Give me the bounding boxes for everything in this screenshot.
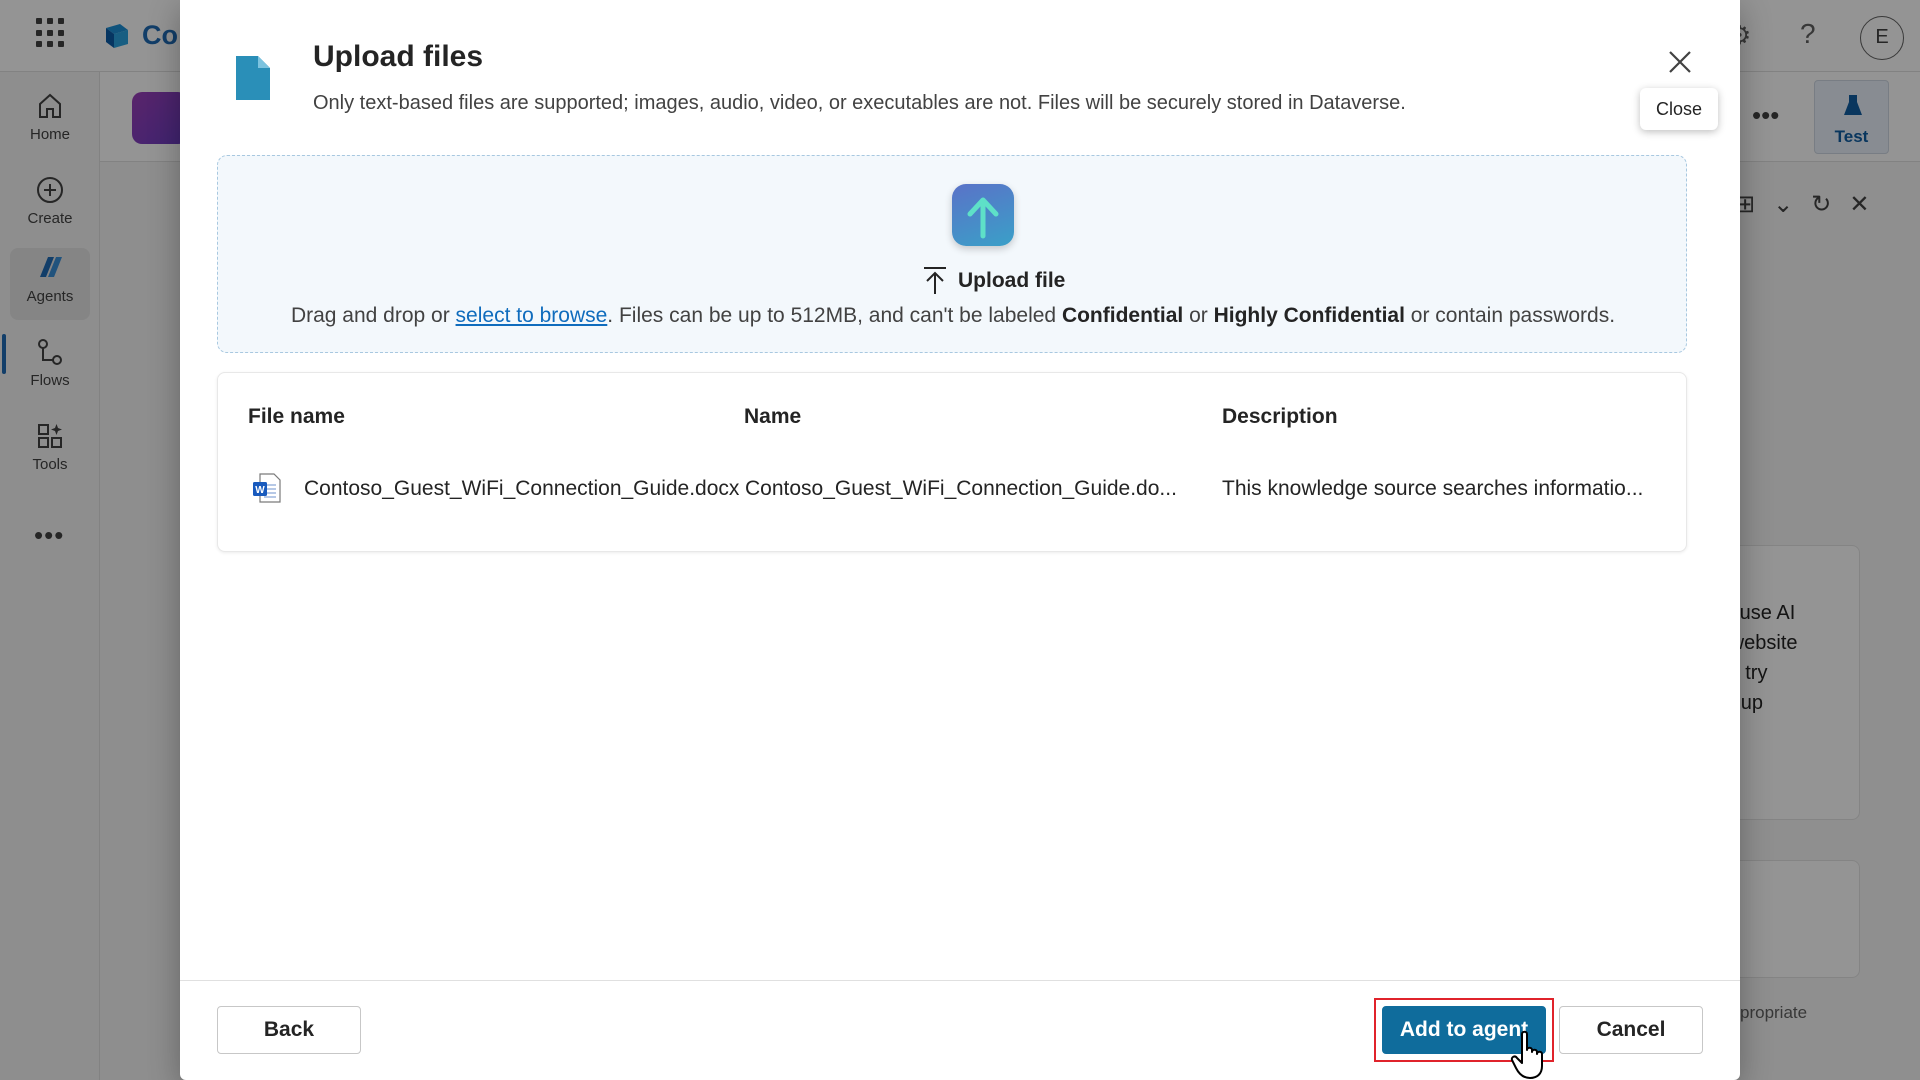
label-confidential: Confidential [1061, 304, 1184, 327]
name-cell[interactable]: Contoso_Guest_WiFi_Connection_Guide.do..… [745, 477, 1177, 501]
dialog-title: Upload files [313, 40, 484, 73]
dropzone-instructions: Drag and drop or select to browse. Files… [218, 304, 1688, 328]
dropzone-text-suffix: or contain passwords. [1404, 304, 1616, 327]
footer-divider [180, 980, 1740, 981]
upload-arrow-icon [924, 267, 946, 294]
close-icon[interactable] [1664, 46, 1696, 78]
dropzone-text-prefix: Drag and drop or [290, 304, 456, 327]
dropzone-text-middle: . Files can be up to 512MB, and can't be… [607, 304, 1062, 327]
upload-file-button[interactable]: Upload file [922, 266, 1065, 296]
description-cell[interactable]: This knowledge source searches informati… [1222, 477, 1643, 501]
upload-cloud-icon [952, 184, 1014, 246]
column-header-name: Name [744, 405, 802, 428]
word-document-icon: W [253, 473, 281, 503]
label-highly-confidential: Highly Confidential [1213, 304, 1405, 327]
upload-files-dialog: Upload files Only text-based files are s… [180, 0, 1740, 1080]
svg-text:W: W [255, 485, 265, 496]
column-header-file-name: File name [248, 405, 345, 428]
file-dropzone[interactable]: Upload file Drag and drop or select to b… [217, 155, 1687, 353]
dialog-subtitle: Only text-based files are supported; ima… [313, 92, 1406, 114]
upload-file-label: Upload file [958, 269, 1066, 292]
document-icon [236, 56, 270, 100]
uploaded-files-table: File name Name Description W Contoso_Gue… [217, 372, 1687, 552]
back-button[interactable]: Back [217, 1006, 361, 1054]
hand-cursor-icon [1510, 1030, 1543, 1079]
file-name-cell: Contoso_Guest_WiFi_Connection_Guide.docx [304, 477, 740, 500]
cancel-button[interactable]: Cancel [1559, 1006, 1703, 1054]
dropzone-text-or: or [1183, 304, 1214, 327]
select-to-browse-link[interactable]: select to browse [456, 304, 608, 327]
close-tooltip: Close [1640, 88, 1718, 130]
column-header-description: Description [1222, 405, 1338, 428]
